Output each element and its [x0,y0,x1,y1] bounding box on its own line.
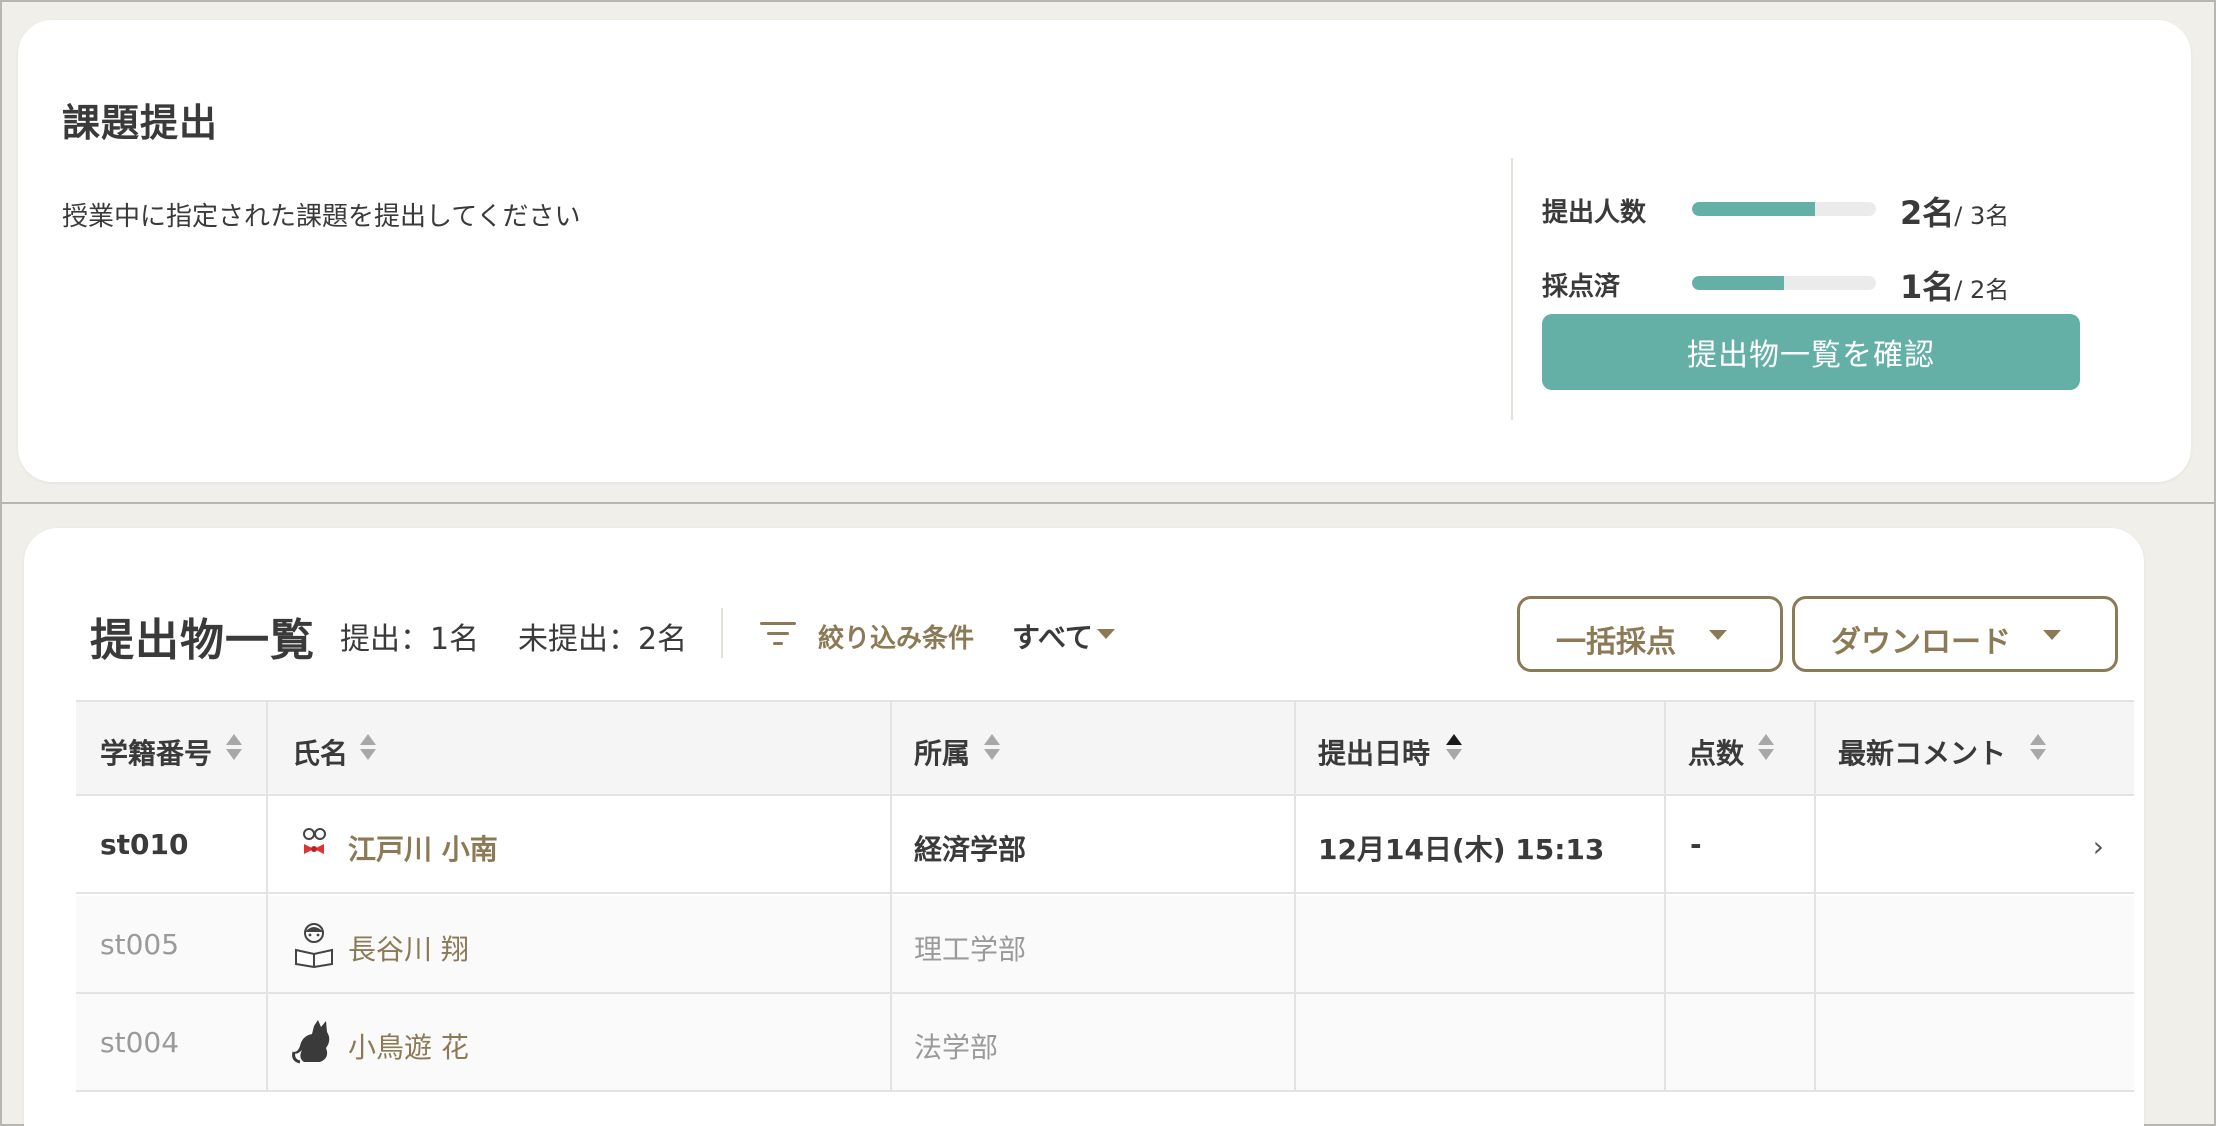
assignment-description: 授業中に指定された課題を提出してください [62,202,581,232]
graded-value: 1名 [1900,268,1955,306]
col-score[interactable]: 点数 [1688,732,1744,772]
chevron-right-icon[interactable]: › [2093,830,2104,863]
download-label: ダウンロード [1831,625,2011,660]
cell-student-id: st005 [100,928,180,961]
bowtie-glasses-icon [303,828,326,854]
assignment-card [18,20,2191,482]
sort-icon[interactable] [1758,734,1774,762]
cell-student-id: st004 [100,1026,180,1059]
col-latest-comment[interactable]: 最新コメント [1838,732,2006,772]
cell-department: 経済学部 [914,833,1027,866]
download-chevron-down-icon [2043,630,2061,640]
stats-divider [1511,158,1513,420]
submitted-count: 提出：1名 [340,622,480,657]
bulk-grade-chevron-down-icon [1709,630,1727,640]
table-row[interactable]: st004 小鳥遊 花 法学部 [76,994,2134,1092]
column-divider [1294,700,1296,1092]
table-row[interactable]: st005 長谷川 翔 理工学部 [76,896,2134,994]
col-student-id[interactable]: 学籍番号 [100,732,212,772]
cell-score: - [1690,828,1702,861]
cell-submitted-at: 12月14日(木) 15:13 [1318,833,1605,866]
cat-icon [292,1020,330,1064]
filter-icon[interactable] [760,618,796,648]
col-name[interactable]: 氏名 [292,732,348,772]
download-button[interactable]: ダウンロード [1792,596,2118,672]
sort-asc-icon[interactable] [1446,734,1462,762]
submitted-progress-fill [1692,202,1816,216]
cell-name[interactable]: 江戸川 小南 [348,828,498,868]
submitted-count-value: 2名/ 3名 [1900,188,2009,234]
sort-icon[interactable] [226,734,242,762]
reading-person-icon [295,923,333,968]
graded-count-label: 採点済 [1542,272,1621,302]
cell-department: 理工学部 [914,933,1027,966]
filter-chevron-down-icon[interactable] [1097,629,1115,639]
column-divider [1664,700,1666,1092]
unsubmitted-count: 未提出：2名 [518,622,688,657]
sort-icon[interactable] [2030,734,2046,762]
assignment-title: 課題提出 [62,101,219,145]
col-department[interactable]: 所属 [914,732,970,772]
column-divider [890,700,892,1092]
submitted-progress-bar [1692,202,1876,216]
graded-count-value: 1名/ 2名 [1900,262,2009,308]
cell-student-id: st010 [100,828,189,861]
cell-name[interactable]: 長谷川 翔 [348,928,469,968]
table-row[interactable]: st010 江戸川 小南 経済学部 12月14日(木) 15:13 - › [76,796,2134,894]
column-divider [266,700,268,1092]
filter-label[interactable]: 絞り込み条件 [818,618,974,655]
sort-icon[interactable] [984,734,1000,762]
column-divider [1814,700,1816,1092]
filter-dropdown[interactable]: すべて [1012,616,1093,656]
submissions-title: 提出物一覧 [90,615,315,666]
sort-icon[interactable] [360,734,376,762]
col-submitted-at[interactable]: 提出日時 [1318,732,1430,772]
graded-progress-bar [1692,276,1876,290]
toolbar-divider [721,608,723,658]
section-divider [0,502,2216,504]
cell-name[interactable]: 小鳥遊 花 [348,1026,469,1066]
view-submissions-button[interactable]: 提出物一覧を確認 [1542,314,2080,390]
graded-progress-fill [1692,276,1784,290]
table-header: 学籍番号 氏名 所属 提出日時 点数 最新コメント [76,700,2134,796]
bulk-grade-button[interactable]: 一括採点 [1517,596,1783,672]
bulk-grade-label: 一括採点 [1556,625,1676,660]
submitted-count-label: 提出人数 [1542,198,1647,228]
cell-department: 法学部 [914,1031,999,1064]
submitted-total: / 3名 [1954,202,2010,230]
graded-total: / 2名 [1954,276,2010,304]
submitted-value: 2名 [1900,194,1955,232]
